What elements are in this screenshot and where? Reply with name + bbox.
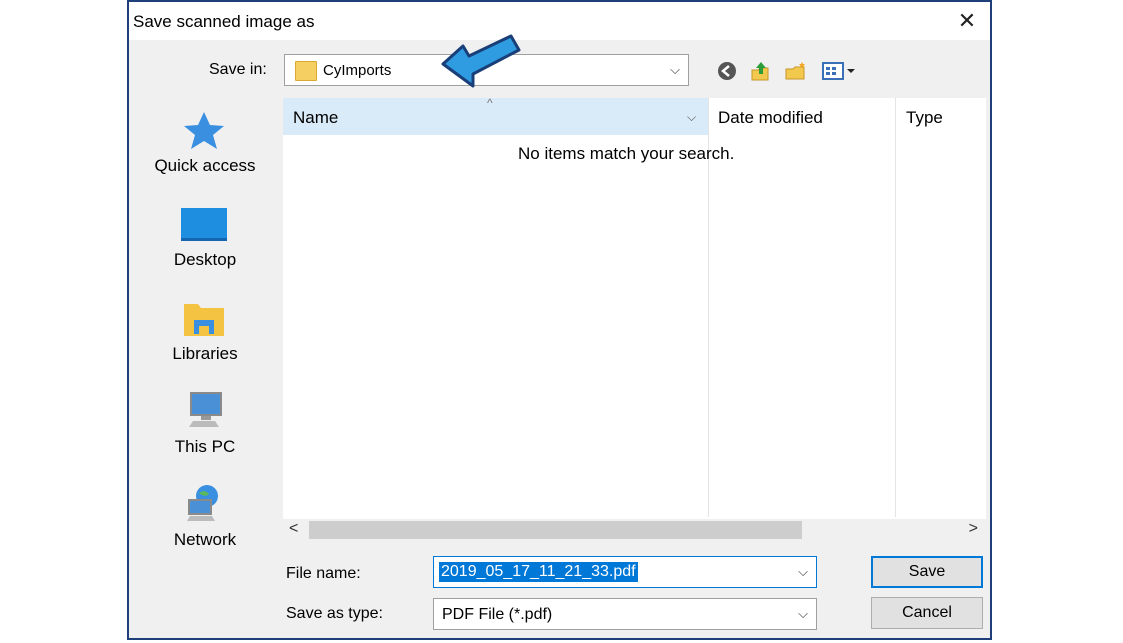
file-name-input[interactable]: 2019_05_17_11_21_33.pdf ⌵ — [433, 556, 817, 588]
place-this-pc[interactable]: This PC — [129, 379, 281, 469]
view-menu-icon[interactable] — [821, 60, 859, 82]
back-icon[interactable] — [716, 60, 740, 82]
dialog-title: Save scanned image as — [133, 12, 315, 31]
save-as-type-value: PDF File (*.pdf) — [442, 606, 553, 623]
libraries-icon — [184, 304, 224, 336]
network-icon — [187, 485, 218, 521]
chevron-down-icon[interactable]: ⌵ — [798, 606, 808, 622]
places-bar: Quick access Desktop Libraries This PC N… — [129, 98, 281, 549]
file-name-value: 2019_05_17_11_21_33.pdf — [439, 562, 638, 582]
save-button[interactable]: Save — [871, 556, 983, 588]
empty-list-message: No items match your search. — [518, 144, 735, 163]
save-as-type-dropdown[interactable]: PDF File (*.pdf) ⌵ — [433, 598, 817, 630]
chevron-down-icon[interactable]: ⌵ — [687, 110, 696, 125]
column-header-date-modified[interactable]: Date modified — [718, 108, 823, 128]
horizontal-scrollbar[interactable]: < > — [283, 519, 986, 541]
save-in-value: CyImports — [323, 62, 392, 79]
title-bar: Save scanned image as ✕ — [129, 2, 990, 40]
up-folder-icon[interactable] — [749, 60, 773, 82]
file-name-label: File name: — [286, 565, 361, 582]
place-label: Quick access — [154, 156, 256, 175]
scroll-right-arrow[interactable]: > — [969, 520, 978, 538]
column-header-type[interactable]: Type — [906, 108, 943, 128]
place-desktop[interactable]: Desktop — [129, 192, 281, 282]
place-label: Libraries — [172, 344, 238, 363]
sort-ascending-icon: ^ — [487, 96, 493, 110]
scroll-left-arrow[interactable]: < — [289, 520, 298, 538]
save-in-label: Save in: — [209, 61, 267, 78]
chevron-down-icon[interactable]: ⌵ — [670, 62, 680, 78]
column-header-name[interactable]: Name ^ ⌵ — [283, 96, 708, 135]
new-folder-icon[interactable] — [784, 60, 808, 82]
computer-icon — [189, 392, 222, 427]
place-quick-access[interactable]: Quick access — [129, 98, 281, 188]
place-label: Desktop — [173, 250, 237, 269]
column-header-row: Name ^ ⌵ Date modified Type — [283, 96, 986, 135]
save-as-type-label: Save as type: — [286, 605, 383, 622]
close-button[interactable]: ✕ — [954, 8, 980, 34]
scrollbar-thumb[interactable] — [309, 521, 802, 539]
chevron-down-icon[interactable]: ⌵ — [798, 564, 808, 580]
annotation-arrow-icon — [441, 34, 521, 88]
star-icon — [184, 112, 224, 149]
column-name-label: Name — [293, 108, 339, 127]
place-network[interactable]: Network — [129, 472, 281, 562]
desktop-icon — [181, 208, 227, 241]
file-list[interactable]: Name ^ ⌵ Date modified Type No items mat… — [283, 96, 986, 541]
save-dialog: Save scanned image as ✕ Save in: CyImpor… — [127, 0, 992, 640]
cancel-button[interactable]: Cancel — [871, 597, 983, 629]
folder-icon — [295, 61, 317, 81]
place-label: Network — [173, 530, 237, 549]
place-label: This PC — [174, 437, 236, 456]
place-libraries[interactable]: Libraries — [129, 286, 281, 376]
column-divider — [895, 98, 896, 517]
